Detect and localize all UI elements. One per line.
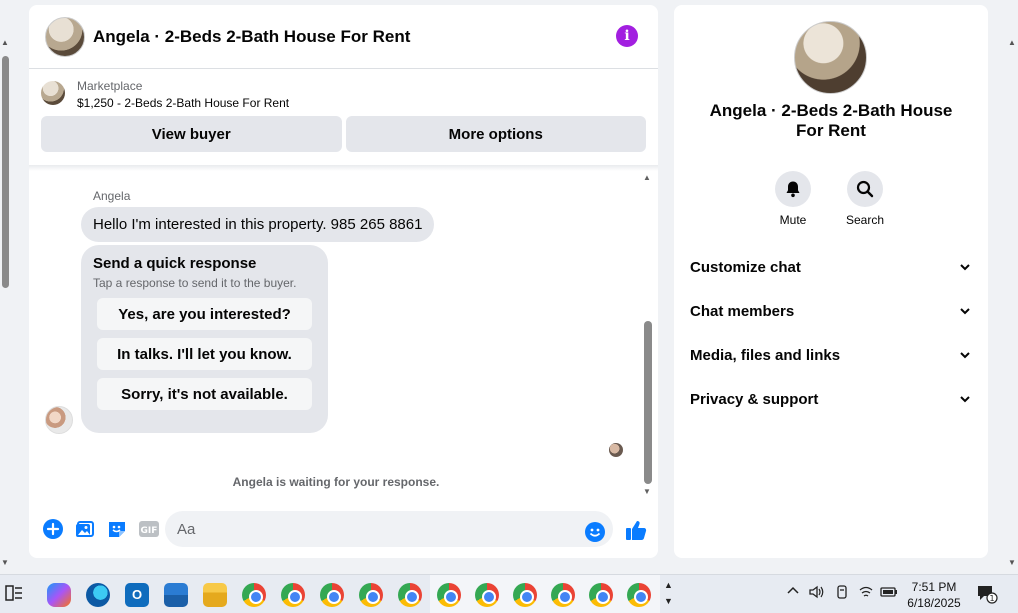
photo-icon[interactable]	[74, 518, 96, 540]
marketplace-label: Marketplace	[77, 79, 143, 93]
listing-avatar[interactable]	[45, 16, 85, 57]
chevron-down-icon	[960, 308, 970, 315]
chrome-icon[interactable]	[242, 583, 266, 607]
add-more-icon[interactable]	[42, 518, 64, 540]
volume-icon[interactable]	[808, 584, 824, 603]
system-clock[interactable]: 7:51 PM 6/18/2025	[900, 579, 968, 611]
svg-text:1: 1	[989, 594, 994, 603]
windows-taskbar: O ▲ ▼ 7:51 PM 6/18/2025 1	[0, 574, 1018, 613]
sender-avatar[interactable]	[45, 406, 73, 434]
thread-scroll-thumb[interactable]	[644, 321, 652, 484]
thread-scrollbar[interactable]: ▲ ▼	[641, 171, 655, 501]
bell-icon[interactable]	[775, 171, 811, 207]
listing-actions: View buyer More options	[29, 110, 658, 152]
chrome-icon[interactable]	[320, 583, 344, 607]
outlook-icon[interactable]: O	[125, 583, 149, 607]
message-composer: GIF	[29, 509, 658, 549]
privacy-support-section[interactable]: Privacy & support	[690, 387, 972, 411]
scroll-down-arrow-icon[interactable]: ▼	[643, 487, 651, 496]
scroll-down-arrow-icon[interactable]: ▼	[1008, 558, 1016, 567]
mute-label: Mute	[779, 213, 807, 227]
chat-header: Angela · 2-Beds 2-Bath House For Rent i	[29, 5, 658, 69]
scroll-up-arrow-icon[interactable]: ▲	[1008, 38, 1016, 47]
gif-icon[interactable]: GIF	[138, 518, 160, 540]
conversation-avatar[interactable]	[794, 21, 867, 94]
more-options-button[interactable]: More options	[345, 116, 646, 152]
search-action[interactable]: Search	[835, 171, 895, 227]
chat-panel: Angela · 2-Beds 2-Bath House For Rent i …	[29, 5, 658, 558]
scroll-up-arrow-icon[interactable]: ▲	[1, 38, 9, 47]
waiting-status: Angela is waiting for your response.	[232, 475, 440, 489]
message-thread: Angela Hello I'm interested in this prop…	[29, 171, 658, 501]
chrome-icon[interactable]	[398, 583, 422, 607]
wifi-icon[interactable]	[858, 584, 874, 603]
chrome-icon[interactable]	[437, 583, 461, 607]
sticker-icon[interactable]	[106, 518, 128, 540]
thumbs-up-icon[interactable]	[625, 519, 647, 546]
mute-action[interactable]: Mute	[763, 171, 823, 227]
media-files-links-section[interactable]: Media, files and links	[690, 343, 972, 367]
customize-chat-section[interactable]: Customize chat	[690, 255, 972, 279]
chevron-down-icon	[960, 396, 970, 403]
chrome-icon[interactable]	[589, 583, 613, 607]
sender-name: Angela	[93, 189, 131, 203]
conversation-title: Angela · 2-Beds 2-Bath House For Rent	[709, 101, 953, 140]
listing-title: $1,250 - 2-Beds 2-Bath House For Rent	[77, 96, 290, 110]
edge-icon[interactable]	[86, 583, 110, 607]
info-icon[interactable]: i	[616, 25, 638, 47]
clock-date: 6/18/2025	[907, 596, 961, 610]
clock-time: 7:51 PM	[911, 580, 957, 594]
file-explorer-icon[interactable]	[203, 583, 227, 607]
search-label: Search	[845, 213, 885, 227]
section-label: Privacy & support	[690, 390, 819, 408]
chevron-down-icon	[960, 264, 970, 271]
listing-thumbnail	[41, 81, 65, 105]
copilot-icon[interactable]	[47, 583, 71, 607]
message-bubble[interactable]: Hello I'm interested in this property. 9…	[81, 207, 435, 242]
chrome-icon[interactable]	[281, 583, 305, 607]
quick-response-card: Send a quick response Tap a response to …	[81, 245, 328, 433]
quick-response-subtitle: Tap a response to send it to the buyer.	[93, 276, 297, 290]
chrome-icon[interactable]	[627, 583, 651, 607]
notification-icon[interactable]: 1	[976, 584, 998, 607]
quick-response-button[interactable]: In talks. I'll let you know.	[97, 338, 312, 370]
taskbar-overflow-chevron-icon[interactable]: ▲ ▼	[664, 577, 673, 609]
device-icon[interactable]	[834, 584, 850, 603]
store-icon[interactable]	[164, 583, 188, 607]
chevron-down-icon	[960, 352, 970, 359]
quick-response-button[interactable]: Sorry, it's not available.	[97, 378, 312, 410]
chat-title[interactable]: Angela · 2-Beds 2-Bath House For Rent	[93, 27, 410, 47]
show-hidden-icons-chevron-icon[interactable]	[786, 584, 800, 601]
widgets-icon[interactable]	[4, 583, 28, 607]
chrome-icon[interactable]	[475, 583, 499, 607]
message-input[interactable]	[165, 511, 613, 547]
page-scroll-thumb[interactable]	[2, 56, 9, 288]
quick-response-button[interactable]: Yes, are you interested?	[97, 298, 312, 330]
marketplace-listing[interactable]: Marketplace $1,250 - 2-Beds 2-Bath House…	[29, 69, 658, 110]
emoji-icon[interactable]	[585, 522, 605, 542]
view-buyer-button[interactable]: View buyer	[41, 116, 342, 152]
chrome-icon[interactable]	[551, 583, 575, 607]
battery-icon[interactable]	[880, 584, 898, 603]
section-label: Customize chat	[690, 258, 801, 276]
scroll-down-arrow-icon[interactable]: ▼	[1, 558, 9, 567]
svg-text:GIF: GIF	[141, 526, 158, 536]
quick-response-title: Send a quick response	[93, 255, 257, 272]
search-icon[interactable]	[847, 171, 883, 207]
active-apps-group	[430, 575, 660, 613]
seen-indicator-avatar	[609, 443, 623, 457]
chat-members-section[interactable]: Chat members	[690, 299, 972, 323]
section-label: Chat members	[690, 302, 795, 320]
section-label: Media, files and links	[690, 346, 841, 364]
page-scrollbar[interactable]: ▲ ▼	[0, 38, 11, 570]
chrome-icon[interactable]	[513, 583, 537, 607]
scroll-up-arrow-icon[interactable]: ▲	[643, 173, 651, 182]
chrome-icon[interactable]	[359, 583, 383, 607]
right-page-scrollbar[interactable]: ▲ ▼	[1007, 38, 1018, 570]
conversation-details-panel: Angela · 2-Beds 2-Bath House For Rent Mu…	[674, 5, 988, 558]
